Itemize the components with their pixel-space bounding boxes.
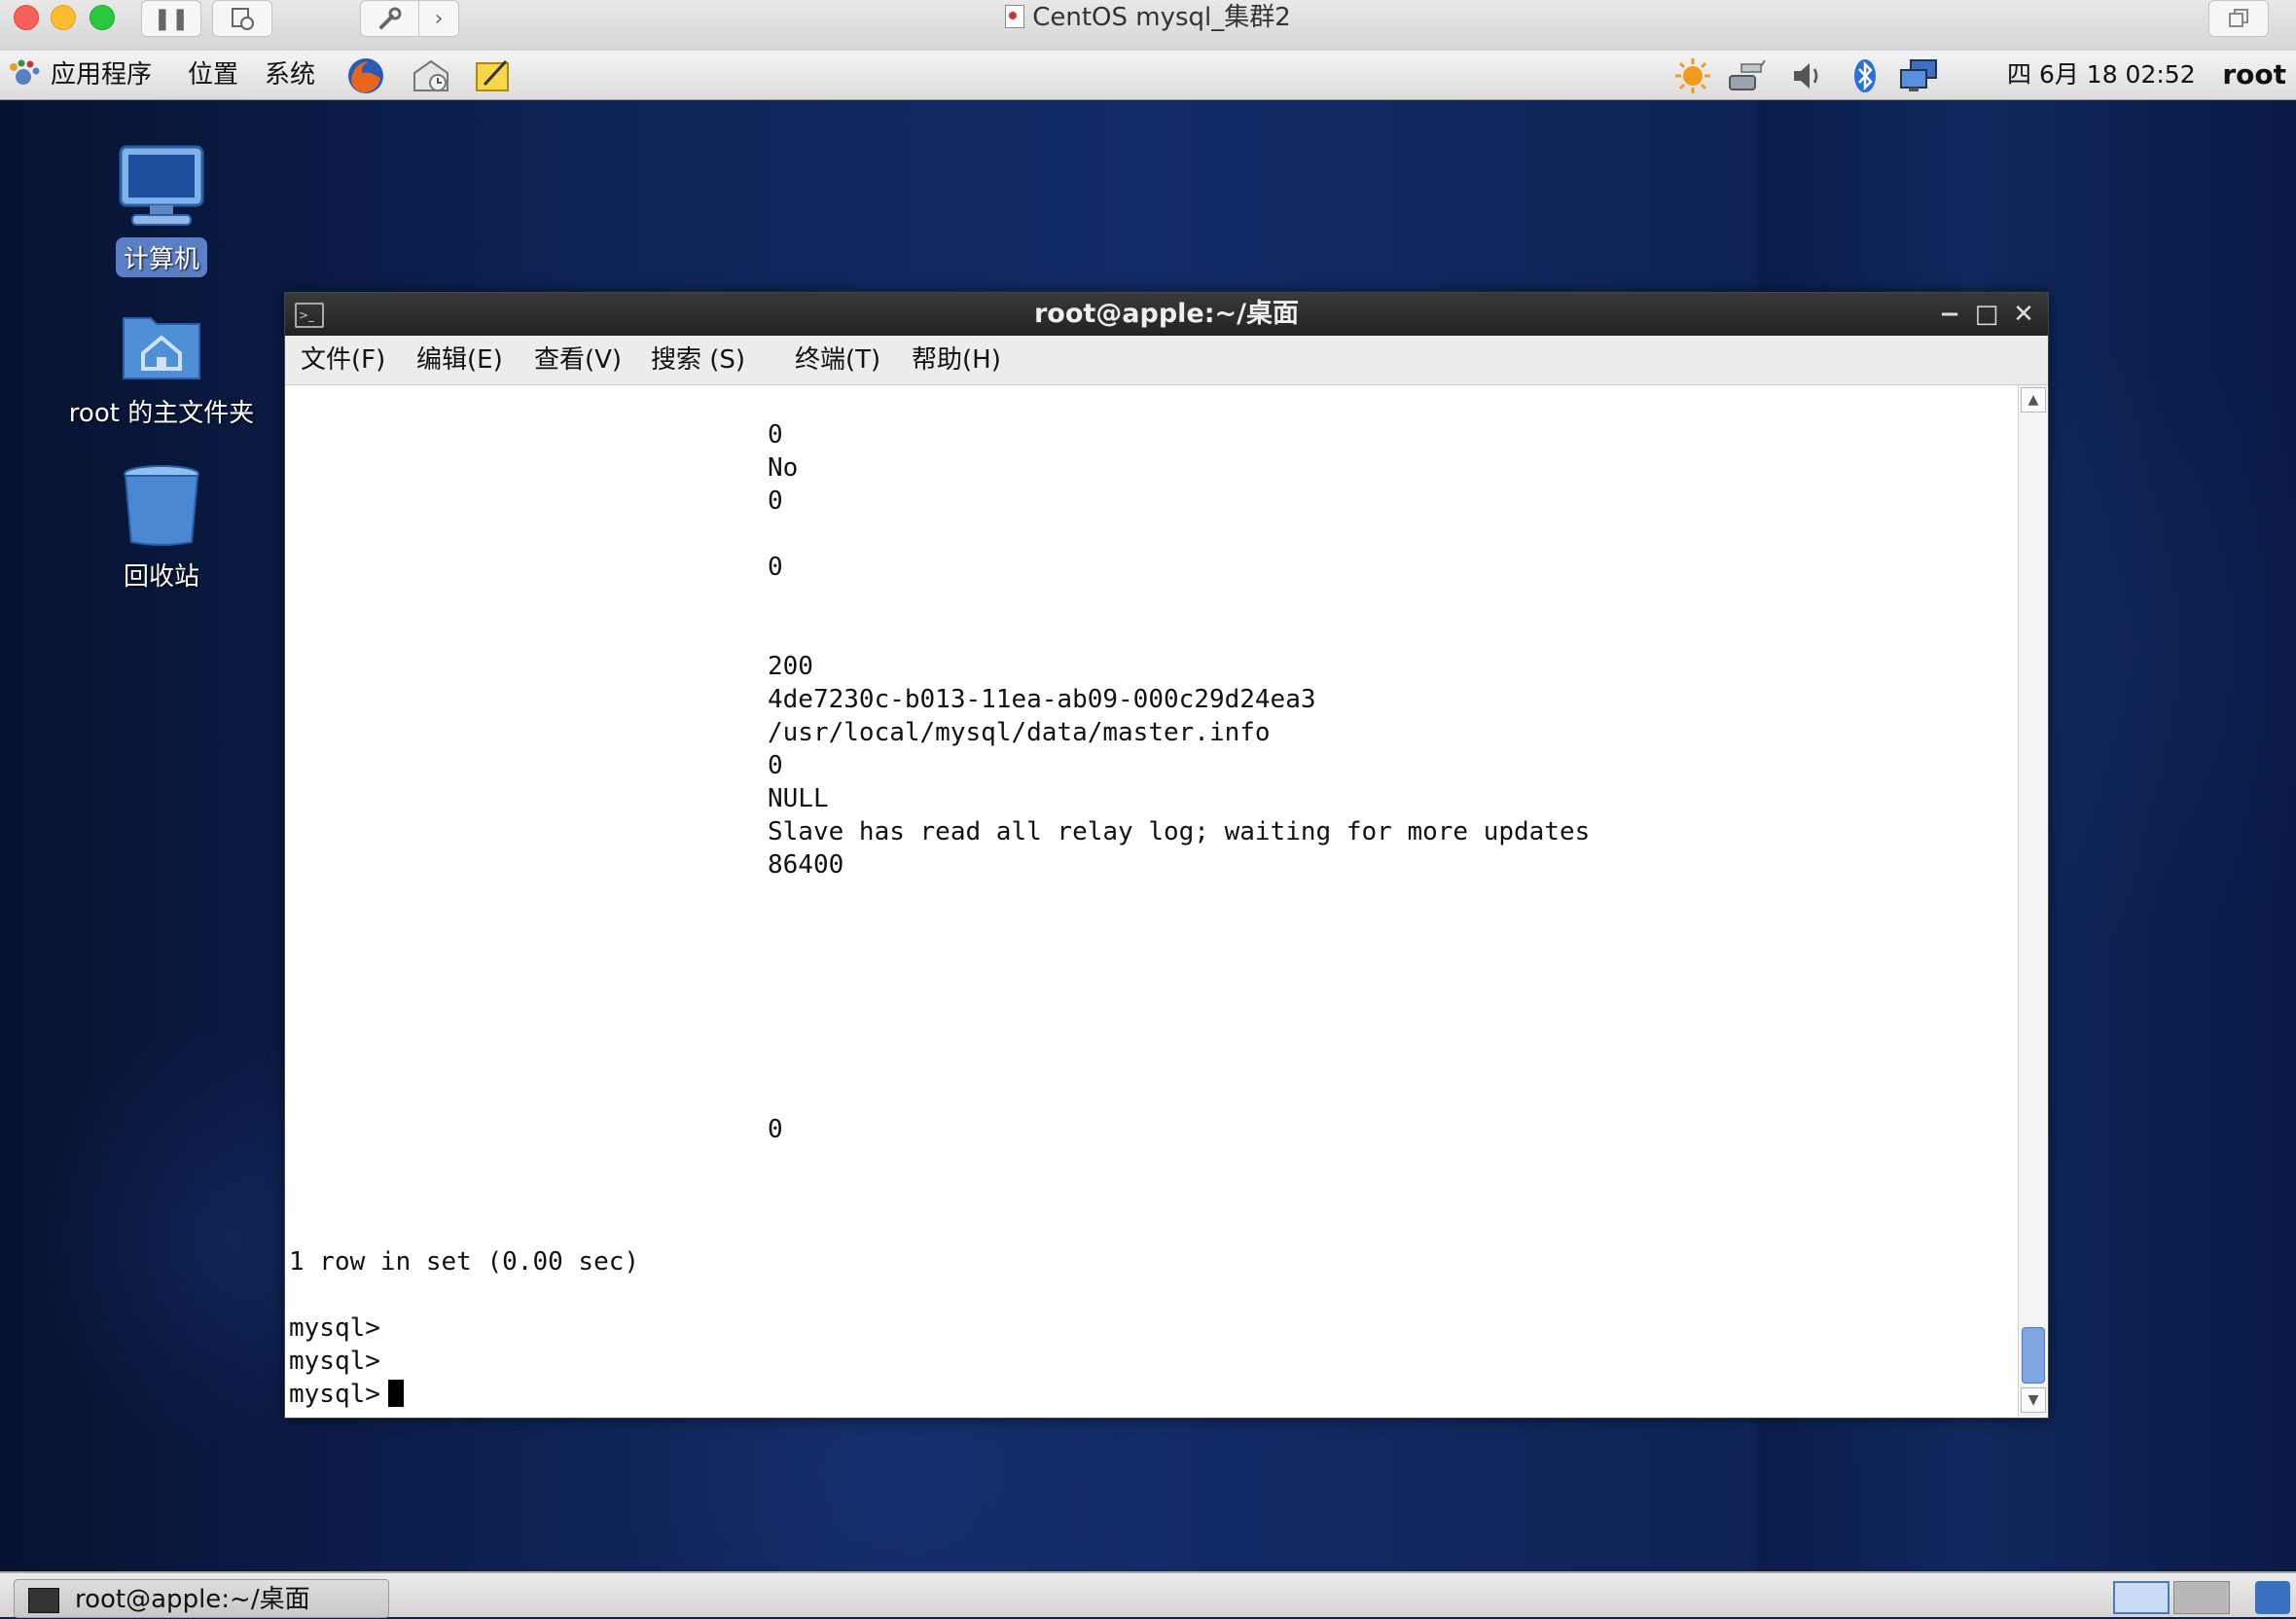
status-value: 4de7230c-b013-11ea-ab09-000c29d24ea3: [768, 685, 1316, 714]
close-button[interactable]: ✕: [2009, 293, 2038, 336]
workspace-1[interactable]: [2113, 1581, 2170, 1614]
status-value: 86400: [768, 850, 844, 880]
applications-label: 应用程序: [51, 60, 153, 90]
vm-forward-button[interactable]: ›: [418, 0, 459, 37]
bottom-taskbar: root@apple:~/桌面: [0, 1571, 2296, 1618]
network-icon[interactable]: [1726, 56, 1769, 95]
user-menu[interactable]: root: [2222, 51, 2286, 99]
status-value: No: [768, 453, 799, 483]
mysql-prompt: mysql>: [289, 1380, 380, 1409]
status-value: 0: [768, 420, 783, 450]
maximize-button[interactable]: □: [1972, 293, 2001, 336]
desktop-icon-label: root 的主文件夹: [68, 399, 255, 428]
menu-edit[interactable]: 编辑(E): [416, 336, 503, 384]
desktop-icon-computer[interactable]: 计算机: [54, 141, 269, 277]
vm-settings-button[interactable]: [360, 0, 420, 37]
terminal-scrollbar[interactable]: ▲ ▼: [2018, 385, 2048, 1417]
minimize-button[interactable]: −: [1935, 293, 1964, 336]
desktop-icon-trash[interactable]: 回收站: [54, 460, 269, 594]
status-value: 200: [768, 652, 813, 681]
firefox-icon[interactable]: [343, 55, 388, 96]
wrench-icon: [379, 7, 402, 29]
menu-help[interactable]: 帮助(H): [912, 336, 1001, 384]
mail-icon[interactable]: [409, 55, 453, 96]
scroll-thumb[interactable]: [2022, 1327, 2045, 1384]
terminal-title: root@apple:~/桌面: [1033, 299, 1300, 329]
pause-icon: ❚❚: [153, 6, 190, 31]
chevron-right-icon: ›: [434, 6, 444, 31]
window-close-button[interactable]: [14, 5, 39, 30]
desktop-icon-label: 回收站: [123, 562, 199, 592]
status-value: NULL: [768, 784, 829, 813]
window-zoom-button[interactable]: [90, 5, 115, 30]
menu-terminal[interactable]: 终端(T): [795, 336, 880, 384]
trash-icon: [124, 465, 199, 546]
vm-titlebar: ❚❚ › CentOS mysql_集群2: [0, 0, 2296, 52]
update-notifier-icon[interactable]: [1671, 56, 1714, 95]
vm-document-icon: [1005, 5, 1025, 28]
desktop-icon-home-folder[interactable]: root 的主文件夹: [54, 305, 269, 431]
terminal-icon: [28, 1588, 59, 1613]
status-value: 0: [768, 751, 783, 780]
vm-window-title: CentOS mysql_集群2: [0, 0, 2296, 35]
menu-file[interactable]: 文件(F): [301, 336, 385, 384]
home-folder-icon: [123, 317, 200, 379]
terminal-menubar: 文件(F) 编辑(E) 查看(V) 搜索 (S) 终端(T) 帮助(H): [285, 336, 2048, 385]
window-minimize-button[interactable]: [51, 5, 76, 30]
text-editor-icon[interactable]: [471, 55, 516, 96]
restore-window-icon: [2229, 9, 2248, 27]
applications-menu[interactable]: 应用程序: [6, 51, 152, 99]
status-value: Slave has read all relay log; waiting fo…: [768, 817, 1591, 846]
bluetooth-icon[interactable]: [1844, 56, 1886, 95]
mysql-prompt-active[interactable]: mysql>: [289, 1378, 404, 1411]
menu-search[interactable]: 搜索 (S): [651, 336, 745, 384]
trash-applet-icon[interactable]: [2255, 1581, 2290, 1614]
text-cursor: [387, 1380, 404, 1407]
status-value: 0: [768, 553, 783, 582]
desktop-background: 计算机 root 的主文件夹 回收站 root@apple:~/桌面 − □ ✕…: [0, 100, 2296, 1571]
mysql-prompt: mysql>: [289, 1347, 380, 1376]
taskbar-item-label: root@apple:~/桌面: [75, 1585, 310, 1614]
status-value: 0: [768, 486, 783, 516]
network-monitor-icon[interactable]: [1897, 56, 1940, 95]
mysql-prompt: mysql>: [289, 1313, 380, 1343]
vm-pause-button[interactable]: ❚❚: [141, 0, 201, 37]
scroll-up-button[interactable]: ▲: [2021, 387, 2046, 413]
panel-clock[interactable]: 四 6月 18 02:52: [2007, 51, 2196, 99]
volume-icon[interactable]: [1786, 56, 1829, 95]
computer-icon: [119, 145, 204, 226]
scroll-down-button[interactable]: ▼: [2021, 1387, 2046, 1413]
result-summary: 1 row in set (0.00 sec): [289, 1247, 640, 1277]
terminal-icon: [295, 294, 324, 337]
workspace-2[interactable]: [2173, 1581, 2230, 1614]
gnome-top-panel: 应用程序 位置 系统 四 6月 18 02:52 root: [0, 51, 2296, 101]
status-value: /usr/local/mysql/data/master.info: [768, 718, 1271, 747]
gnome-foot-icon: [10, 59, 40, 85]
desktop-icon-label: 计算机: [115, 237, 207, 277]
vm-snapshot-button[interactable]: [212, 0, 272, 37]
status-value: 0: [768, 1115, 783, 1144]
places-menu[interactable]: 位置: [188, 51, 238, 99]
terminal-window: root@apple:~/桌面 − □ ✕ 文件(F) 编辑(E) 查看(V) …: [284, 292, 2049, 1419]
vm-fullscreen-button[interactable]: [2208, 0, 2269, 37]
vm-title-text: CentOS mysql_集群2: [1032, 3, 1291, 32]
taskbar-item-terminal[interactable]: root@apple:~/桌面: [14, 1579, 389, 1618]
snapshot-icon: [232, 8, 254, 30]
terminal-output[interactable]: Master_SSL_Key: Seconds_Behind_Master:0 …: [285, 385, 2017, 1417]
terminal-titlebar[interactable]: root@apple:~/桌面 − □ ✕: [285, 293, 2048, 337]
menu-view[interactable]: 查看(V): [534, 336, 622, 384]
system-menu[interactable]: 系统: [265, 51, 315, 99]
